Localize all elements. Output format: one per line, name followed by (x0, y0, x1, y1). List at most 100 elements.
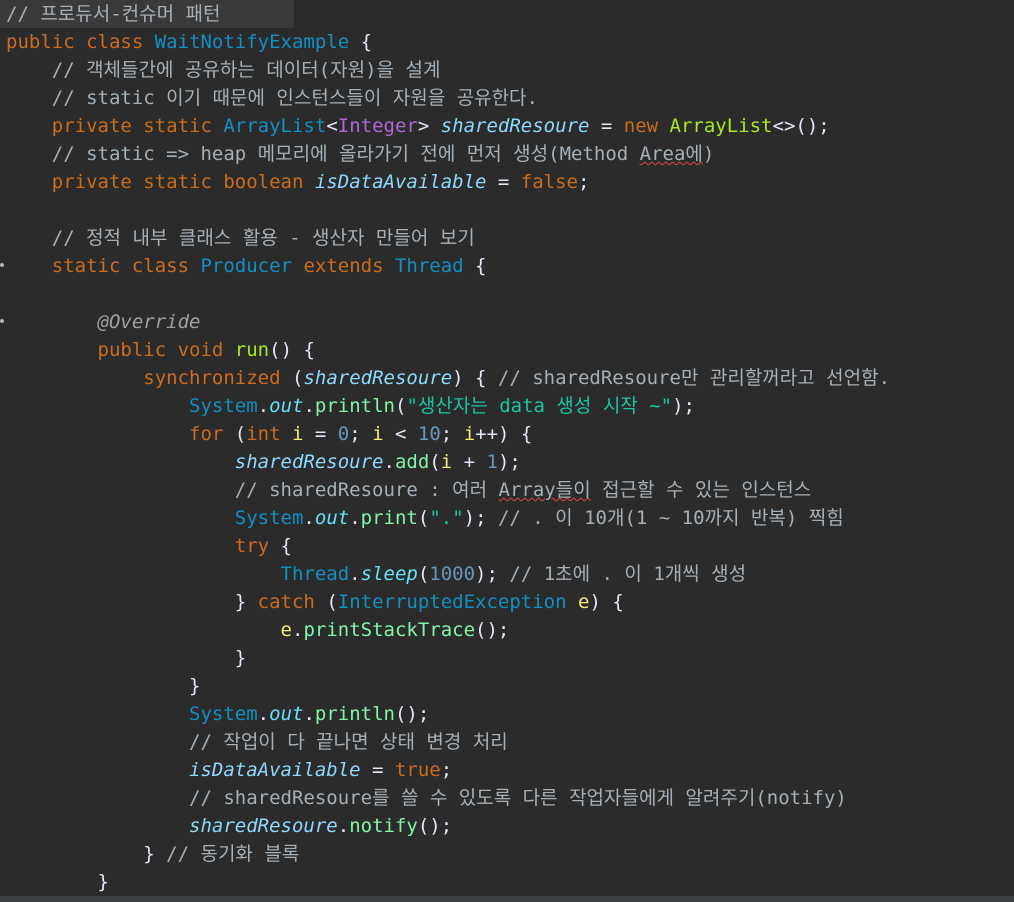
code-token: . (303, 703, 315, 725)
code-token: e (577, 591, 590, 613)
code-line[interactable]: isDataAvailable = true; (6, 756, 452, 784)
code-token: sharedResoure (440, 115, 590, 137)
code-token: } (6, 591, 258, 613)
code-token: <>(); (772, 115, 830, 137)
code-line[interactable]: // sharedResoure를 쓸 수 있도록 다른 작업자들에게 알려주기… (6, 784, 847, 812)
code-token: // sharedResoure만 관리할꺼라고 선언함. (497, 367, 891, 389)
code-line[interactable]: public class WaitNotifyExample { (6, 28, 372, 56)
code-line[interactable]: // static 이기 때문에 인스턴스들이 자원을 공유한다. (6, 84, 538, 112)
code-line[interactable]: @Override (6, 308, 201, 336)
code-token: ; (440, 759, 453, 781)
code-token: ) (702, 143, 715, 165)
code-line[interactable]: sharedResoure.add(i + 1); (6, 448, 521, 476)
code-line[interactable]: e.printStackTrace(); (6, 616, 510, 644)
code-line[interactable]: static class Producer extends Thread { (6, 252, 487, 280)
code-token: (); (475, 619, 510, 641)
code-token: ) { (452, 367, 498, 389)
code-token: // 동기화 블록 (166, 843, 300, 865)
code-line[interactable]: private static boolean isDataAvailable =… (6, 168, 590, 196)
code-line[interactable]: // sharedResoure : 여러 Array들이 접근할 수 있는 인… (6, 476, 811, 504)
code-token: = (303, 423, 338, 445)
code-line[interactable]: Thread.sleep(1000); // 1초에 . 이 1개씩 생성 (6, 560, 747, 588)
code-token: int (246, 423, 292, 445)
code-token: // 객체들간에 공유하는 데이터(자원)을 설계 (6, 59, 441, 81)
gutter-fold-marker[interactable] (0, 319, 4, 323)
code-line[interactable]: } catch (InterruptedException e) { (6, 588, 624, 616)
code-token: i (372, 423, 384, 445)
code-token: = (486, 171, 521, 193)
code-token: private (6, 171, 144, 193)
code-token: // sharedResoure : 여러 (6, 479, 499, 501)
code-token: (); (417, 815, 453, 837)
code-line[interactable]: System.out.println("생산자는 data 생성 시작 ~"); (6, 392, 695, 420)
code-token: . (303, 507, 315, 529)
code-token: new (623, 115, 670, 137)
code-token: "생산자는 data 생성 시작 ~" (406, 395, 673, 417)
code-token: System (6, 703, 258, 725)
code-line[interactable]: } (6, 868, 109, 896)
code-token: System (6, 507, 304, 529)
code-token: sharedResoure (303, 367, 453, 389)
code-token: catch (257, 591, 327, 613)
code-line[interactable]: // 프로듀서-컨슈머 패턴 (0, 0, 294, 28)
code-token: . (337, 815, 350, 837)
code-token: ( (394, 395, 407, 417)
code-editor[interactable]: // 프로듀서-컨슈머 패턴 public class WaitNotifyExa… (0, 0, 1014, 902)
code-token: class (131, 255, 201, 277)
code-line[interactable]: // 정적 내부 클래스 활용 - 생산자 만들어 보기 (6, 224, 475, 252)
code-line[interactable]: private static ArrayList<Integer> shared… (6, 112, 830, 140)
code-token: ArrayList (669, 115, 773, 137)
code-token: () { (269, 339, 315, 361)
code-token: println (314, 395, 395, 417)
code-token: Producer (200, 255, 304, 277)
code-token: // 작업이 다 끝나면 상태 변경 처리 (6, 731, 508, 753)
code-token: ++) { (475, 423, 533, 445)
code-line[interactable]: // static => heap 메모리에 올라가기 전에 먼저 생성(Met… (6, 140, 715, 168)
code-token: Thread (6, 563, 350, 585)
code-token: ) { (589, 591, 624, 613)
code-line[interactable]: System.out.print("."); // . 이 10개(1 ~ 10… (6, 504, 844, 532)
code-token: . (257, 395, 270, 417)
horizontal-scrollbar[interactable] (0, 896, 1014, 902)
code-line[interactable]: synchronized (sharedResoure) { // shared… (6, 364, 890, 392)
code-line[interactable]: System.out.println(); (6, 700, 429, 728)
code-token: ; (578, 171, 590, 193)
code-token: 10 (417, 423, 441, 445)
code-token: class (86, 31, 155, 53)
code-line[interactable]: for (int i = 0; i < 10; i++) { (6, 420, 532, 448)
code-token: // static 이기 때문에 인스턴스들이 자원을 공유한다. (6, 87, 538, 109)
code-line[interactable]: sharedResoure.notify(); (6, 812, 452, 840)
code-token: sharedResoure (6, 451, 384, 473)
code-token: 1000 (429, 563, 476, 585)
code-line[interactable]: } (6, 672, 200, 700)
code-line[interactable]: // 작업이 다 끝나면 상태 변경 처리 (6, 728, 508, 756)
code-token: // 정적 내부 클래스 활용 - 생산자 만들어 보기 (6, 227, 475, 249)
code-token: run (234, 339, 270, 361)
code-token: } (6, 647, 247, 669)
code-token: i (463, 423, 476, 445)
code-token: ); (497, 451, 521, 473)
code-token: Thread (394, 255, 464, 277)
code-line[interactable]: } // 동기화 블록 (6, 840, 299, 868)
code-token: ( (417, 507, 430, 529)
code-token: WaitNotifyExample (154, 31, 350, 53)
code-token: add (394, 451, 430, 473)
code-token: static (143, 115, 224, 137)
code-line[interactable]: public void run() { (6, 336, 315, 364)
code-token: } (6, 843, 167, 865)
code-token: true (394, 759, 441, 781)
code-token: . (349, 507, 361, 529)
code-token: ( (234, 423, 247, 445)
gutter-fold-marker[interactable] (0, 263, 4, 267)
code-line[interactable]: // 객체들간에 공유하는 데이터(자원)을 설계 (6, 56, 441, 84)
code-token: private (6, 115, 144, 137)
code-line[interactable]: try { (6, 532, 292, 560)
code-token: Integer (337, 115, 418, 137)
code-token: synchronized (6, 367, 292, 389)
code-token: > (417, 115, 441, 137)
code-token: ; (440, 423, 464, 445)
code-line[interactable]: } (6, 644, 246, 672)
code-token: boolean (223, 171, 315, 193)
code-token: out (314, 507, 350, 529)
code-token: < (383, 423, 418, 445)
